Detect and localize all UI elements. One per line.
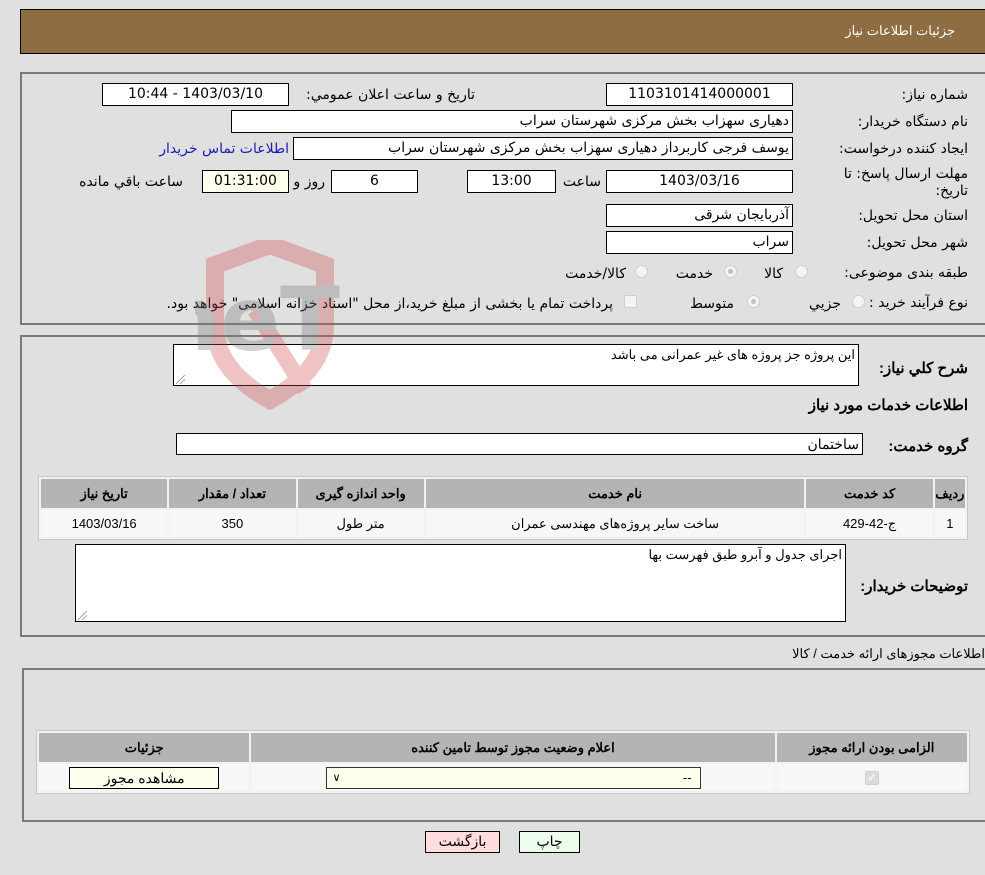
cell-quantity: 350 [169,510,296,537]
cell-unit: متر طول [297,510,424,537]
announce-date-field: 1403/03/10 - 10:44 [102,83,289,106]
remaining-days-field: 6 [331,170,418,193]
services-table: ردیف کد خدمت نام خدمت واحد اندازه گیری ت… [38,476,968,540]
col-need-date: تاریخ نیاز [41,479,168,508]
view-permit-button[interactable]: مشاهده مجوز [69,766,220,789]
treasury-note: پرداخت تمام یا بخشی از مبلغ خرید،از محل … [166,296,613,312]
back-button[interactable]: بازگشت [425,831,500,853]
deadline-time-label: ساعت [562,174,601,190]
cell-row-number: 1 [934,510,965,537]
service-group-field: ساختمان [176,433,863,455]
deadline-date-field: 1403/03/16 [606,170,793,193]
col-permit-status: اعلام وضعیت مجوز توسط تامین کننده [251,733,775,762]
buyer-org-label: نام دستگاه خریدار: [857,114,968,130]
announce-date-label: تاريخ و ساعت اعلان عمومي: [306,87,475,103]
city-field: سراب [606,231,793,254]
buyer-notes-text: اجرای جدول و آبرو طبق فهرست بها [648,547,842,562]
cell-service-name: ساخت سایر پروژه‌های مهندسی عمران [425,510,805,537]
chevron-down-icon: ∨ [332,771,341,784]
resize-grip-icon[interactable] [78,611,87,620]
permits-table: الزامی بودن ارائه مجوز اعلام وضعیت مجوز … [36,730,970,794]
col-row-number: ردیف [934,479,965,508]
permit-status-select[interactable]: -- ∨ [325,766,701,789]
col-service-code: کد خدمت [806,479,933,508]
cell-permit-required: ✓ [776,764,967,791]
description-label: شرح کلي نياز: [879,360,968,377]
description-text: این پروژه جز پروژه های غیر عمرانی می باش… [610,347,855,362]
province-field: آذربایجان شرقی [606,204,793,227]
remaining-time-field: 01:31:00 [202,170,289,193]
print-button[interactable]: چاپ [519,831,580,853]
cell-service-code: ج-42-429 [806,510,933,537]
process-option-medium: متوسط [690,296,734,312]
buyer-notes-textarea[interactable]: اجرای جدول و آبرو طبق فهرست بها [75,544,846,622]
process-radio-medium[interactable] [747,295,760,308]
services-heading: اطلاعات خدمات مورد نياز [808,397,968,414]
treasury-checkbox[interactable] [624,295,637,308]
deadline-time-field: 13:00 [467,170,556,193]
requester-label: ایجاد کننده درخواست: [839,141,968,157]
permits-table-header: الزامی بودن ارائه مجوز اعلام وضعیت مجوز … [39,733,967,762]
permit-status-value: -- [682,769,692,785]
col-quantity: تعداد / مقدار [169,479,296,508]
col-unit: واحد اندازه گیری [297,479,424,508]
permits-section-title: اطلاعات مجوزهای ارائه خدمت / کالا [792,646,985,661]
remaining-label: ساعت باقي مانده [79,174,183,190]
category-label: طبقه بندی موضوعی: [844,265,968,281]
process-radio-minor[interactable] [852,295,865,308]
services-table-header: ردیف کد خدمت نام خدمت واحد اندازه گیری ت… [41,479,965,508]
days-label: روز و [293,174,326,190]
col-service-name: نام خدمت [425,479,805,508]
category-option-goods-service: کالا/خدمت [565,266,626,282]
category-option-service: خدمت [675,266,713,282]
buyer-notes-label: توضيحات خريدار: [860,578,968,595]
buyer-org-field: دهیاری سهزاب بخش مرکزی شهرستان سراب [231,110,793,133]
need-number-field: 1103101414000001 [606,83,793,106]
table-row: ✓ -- ∨ مشاهده مجوز [39,764,967,791]
cell-permit-details: مشاهده مجوز [39,764,250,791]
process-type-label: نوع فرآیند خرید : [869,295,968,311]
province-label: استان محل تحویل: [858,208,968,224]
permit-required-checkbox: ✓ [864,771,879,786]
cell-permit-status: -- ∨ [251,764,775,791]
col-permit-required: الزامی بودن ارائه مجوز [776,733,967,762]
page-title: جزئیات اطلاعات نیاز [845,23,955,38]
requester-field: یوسف فرجی کاربرداز دهیاری سهزاب بخش مرکز… [293,137,793,160]
table-row: 1 ج-42-429 ساخت سایر پروژه‌های مهندسی عم… [41,510,965,537]
description-textarea[interactable]: این پروژه جز پروژه های غیر عمرانی می باش… [173,344,859,386]
cell-need-date: 1403/03/16 [41,510,168,537]
service-group-label: گروه خدمت: [888,438,968,455]
resize-grip-icon[interactable] [176,375,185,384]
buyer-contact-link[interactable]: اطلاعات تماس خریدار [159,141,289,157]
col-permit-details: جزئیات [39,733,250,762]
category-radio-service[interactable] [724,265,737,278]
category-radio-goods-service[interactable] [635,265,648,278]
process-option-minor: جزيي [809,296,841,312]
page-header: جزئیات اطلاعات نیاز [20,9,985,54]
need-number-label: شماره نیاز: [901,87,969,103]
category-radio-goods[interactable] [795,265,808,278]
category-option-goods: کالا [764,266,783,282]
deadline-label: مهلت ارسال پاسخ: تا تاریخ: [843,166,968,199]
city-label: شهر محل تحویل: [866,235,968,251]
